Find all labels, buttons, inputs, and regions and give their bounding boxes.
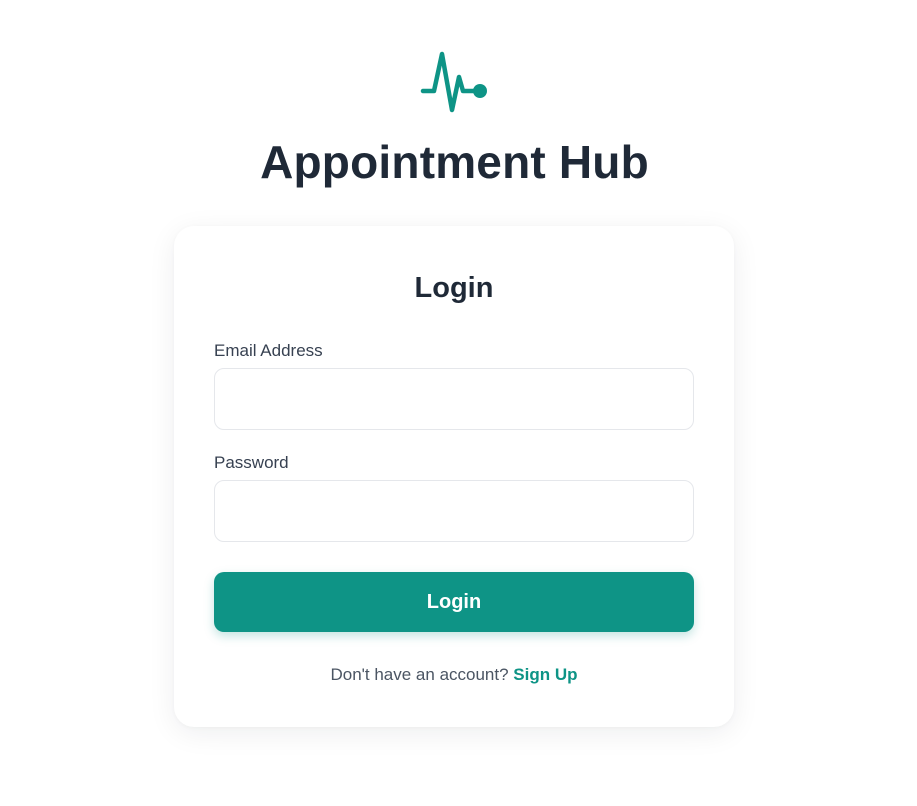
password-label: Password bbox=[214, 453, 289, 472]
signup-link[interactable]: Sign Up bbox=[513, 665, 577, 684]
login-card: Login Email Address Password Login Don't… bbox=[174, 226, 734, 727]
login-heading: Login bbox=[414, 272, 494, 304]
signup-prompt-text: Don't have an account? bbox=[330, 665, 514, 684]
email-input[interactable] bbox=[214, 368, 694, 430]
heartbeat-pulse-icon bbox=[420, 51, 487, 113]
login-button[interactable]: Login bbox=[214, 572, 694, 632]
signup-prompt-row: Don't have an account? Sign Up bbox=[174, 664, 734, 686]
login-page: Appointment Hub Login Email Address Pass… bbox=[0, 0, 917, 806]
app-title: Appointment Hub bbox=[260, 136, 649, 188]
email-label: Email Address bbox=[214, 341, 323, 360]
password-input[interactable] bbox=[214, 480, 694, 542]
